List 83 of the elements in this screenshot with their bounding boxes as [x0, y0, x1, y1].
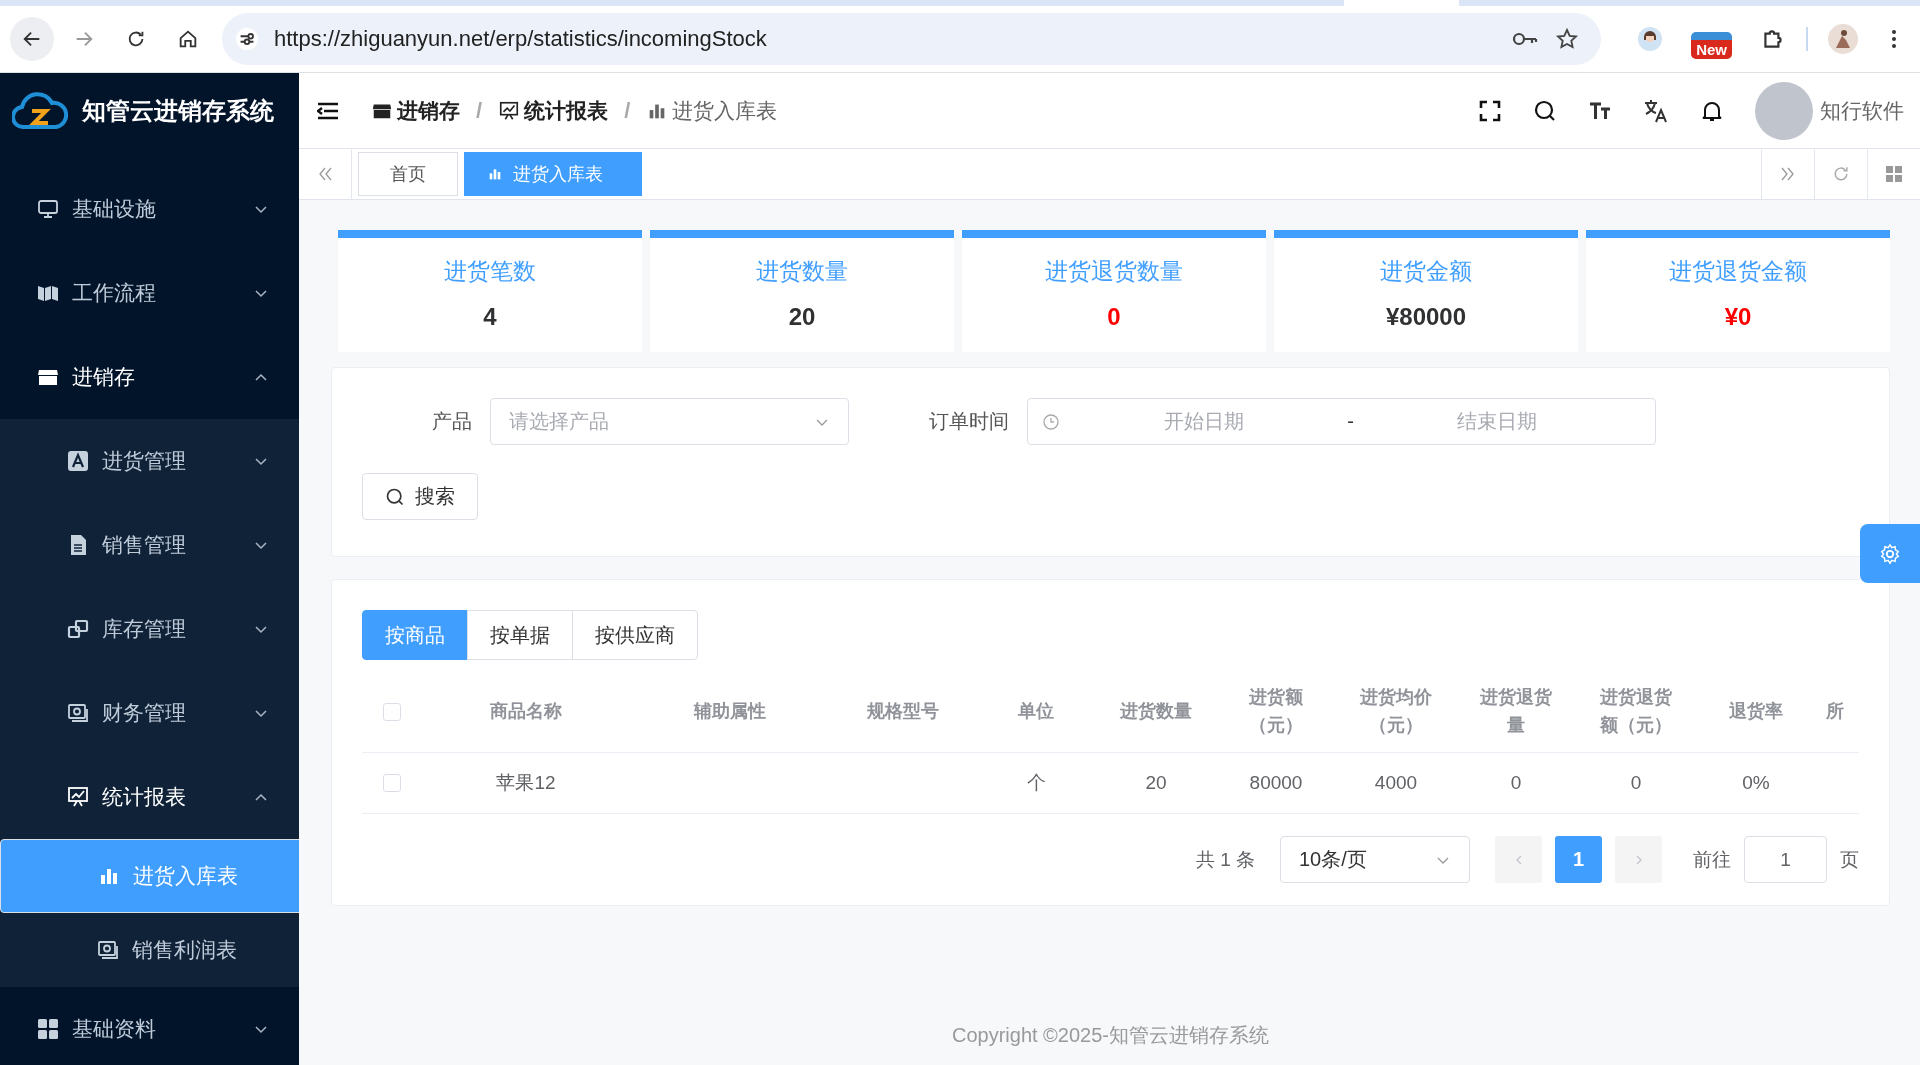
breadcrumb-item[interactable]: 进销存 — [371, 96, 460, 125]
stat-value: 0 — [1107, 303, 1121, 331]
clock-icon — [1042, 412, 1060, 431]
search-icon — [385, 486, 405, 507]
monitor-icon — [36, 197, 60, 221]
sidebar-item[interactable]: 工作流程 — [0, 251, 299, 335]
search-icon[interactable] — [1533, 98, 1557, 123]
column-header: 商品名称 — [490, 700, 562, 724]
fullscreen-icon[interactable] — [1478, 98, 1502, 123]
chart-board-icon — [498, 99, 521, 122]
column-header: 进货额（元） — [1248, 686, 1304, 737]
site-settings-icon[interactable] — [236, 28, 258, 50]
user-name[interactable]: 知行软件 — [1820, 96, 1904, 125]
breadcrumb-separator: / — [624, 97, 631, 124]
column-header: 进货退货额（元） — [1599, 686, 1673, 737]
back-button[interactable] — [10, 17, 54, 61]
column-header: 进货均价（元） — [1359, 686, 1433, 737]
table-cell-text: 苹果12 — [496, 771, 556, 795]
cash-icon — [96, 938, 120, 962]
page-input[interactable]: 1 — [1744, 836, 1827, 883]
breadcrumb-item[interactable]: 统计报表 — [498, 96, 609, 125]
column-header: 进货退货量 — [1479, 686, 1553, 737]
column-header: 退货率 — [1729, 700, 1783, 724]
breadcrumb-item: 进货入库表 — [646, 96, 778, 125]
page-tab[interactable]: 首页 — [358, 152, 458, 196]
stat-value: ¥80000 — [1385, 303, 1467, 331]
bar-chart-icon — [487, 166, 503, 182]
grid-icon — [36, 1017, 60, 1041]
stat-label: 进货金额 — [1380, 257, 1472, 286]
copyright-text: Copyright ©2025-知管云进销存系统 — [950, 1023, 1270, 1048]
sidebar-item[interactable]: 进销存 — [0, 335, 299, 419]
url-text: https://zhiguanyun.net/erp/statistics/incomingStock — [274, 26, 768, 52]
breadcrumb-separator: / — [476, 97, 483, 124]
star-icon[interactable] — [1555, 27, 1580, 51]
app-title: 知管云进销存系统 — [82, 96, 274, 126]
translate-icon[interactable] — [1643, 97, 1669, 124]
view-tab[interactable]: 按单据 — [467, 610, 573, 660]
grid-icon — [1885, 165, 1903, 183]
table-cell: 4000 — [1374, 772, 1418, 794]
extension-badge[interactable]: New — [1691, 31, 1732, 59]
table-cell-text: 个 — [1026, 771, 1046, 795]
chart-board-icon — [66, 785, 90, 809]
column-header: 单位 — [1018, 700, 1054, 724]
settings-icon — [1879, 542, 1901, 565]
stat-label: 进货退货金额 — [1669, 257, 1807, 286]
field-label: 产品 — [432, 409, 472, 434]
column-header: 规格型号 — [866, 700, 939, 724]
column-header: 所 — [1826, 700, 1844, 724]
stat-label: 进货笔数 — [444, 257, 536, 286]
profile-icon[interactable] — [1828, 24, 1858, 54]
row-checkbox[interactable] — [382, 774, 401, 792]
overlapping-squares-icon — [66, 617, 90, 641]
page-suffix: 页 — [1840, 847, 1859, 872]
view-tab[interactable]: 按供应商 — [572, 610, 698, 660]
table-cell: 0 — [1630, 772, 1642, 794]
date-range-field[interactable]: 开始日期 - 结束日期 — [1027, 398, 1656, 445]
home-icon — [177, 28, 199, 50]
stat-label: 进货退货数量 — [1045, 257, 1183, 286]
settings-button[interactable] — [1860, 524, 1920, 583]
table-cell: 0 — [1510, 772, 1522, 794]
menu-icon[interactable] — [1890, 28, 1898, 50]
page-size-select[interactable]: 10条/页 — [1280, 836, 1470, 883]
table-cell: 20 — [1145, 772, 1167, 794]
field-label: 订单时间 — [929, 409, 1009, 434]
stat-value: 20 — [788, 303, 816, 331]
sidebar-item[interactable]: 基础资料 — [0, 987, 299, 1065]
table-cell: 0% — [1742, 772, 1770, 794]
stat-label: 进货数量 — [756, 257, 848, 286]
avatar-icon[interactable] — [1637, 26, 1664, 52]
search-button[interactable]: 搜索 — [362, 473, 478, 520]
address-bar[interactable]: https://zhiguanyun.net/erp/statistics/incomingStock — [222, 13, 1602, 65]
letter-a-icon — [66, 449, 90, 473]
total-count: 共 1 条 — [1195, 847, 1255, 872]
menu-icon[interactable] — [317, 101, 339, 120]
goto-label: 前往 — [1693, 847, 1731, 872]
table-cell: 80000 — [1249, 772, 1303, 794]
stat-value: 4 — [483, 303, 497, 331]
column-header: 辅助属性 — [694, 700, 766, 724]
cash-icon — [66, 701, 90, 725]
stat-value: ¥0 — [1724, 303, 1752, 331]
select-all-checkbox[interactable] — [382, 703, 401, 721]
sidebar-item[interactable]: 基础设施 — [0, 149, 299, 251]
column-header: 进货数量 — [1120, 700, 1192, 724]
